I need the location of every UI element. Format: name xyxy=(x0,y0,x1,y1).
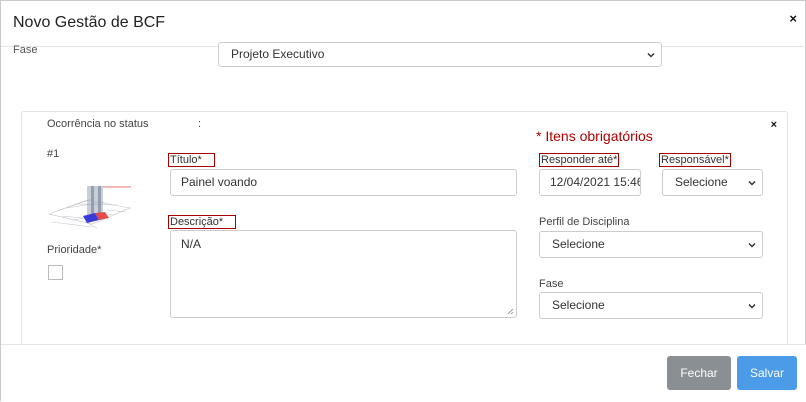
responsavel-label: Responsável* xyxy=(659,153,731,167)
modal-title: Novo Gestão de BCF xyxy=(13,14,166,31)
titulo-label: Título* xyxy=(168,153,215,167)
descricao-value: N/A xyxy=(181,237,202,251)
prioridade-checkbox[interactable] xyxy=(48,265,63,280)
fase-top-label: Fase xyxy=(13,44,38,56)
fase-select-value: Selecione xyxy=(552,298,605,312)
occurrence-number: #1 xyxy=(47,148,60,160)
occurrence-panel: × Ocorrência no status : * Itens obrigat… xyxy=(21,111,788,361)
chevron-down-icon xyxy=(748,242,756,248)
status-label: Ocorrência no status xyxy=(47,118,149,130)
responsavel-select-value: Selecione xyxy=(675,175,728,189)
perfil-disciplina-select[interactable]: Selecione xyxy=(539,231,763,258)
descricao-label: Descrição* xyxy=(168,215,237,229)
fase-top-select-value: Projeto Executivo xyxy=(231,47,325,61)
responsavel-select[interactable]: Selecione xyxy=(662,169,763,196)
fase-select[interactable]: Selecione xyxy=(539,292,763,319)
descricao-textarea[interactable]: N/A xyxy=(170,230,517,318)
status-colon: : xyxy=(198,118,202,130)
chevron-down-icon xyxy=(647,52,655,58)
fechar-button[interactable]: Fechar xyxy=(667,356,731,390)
chevron-down-icon xyxy=(748,303,756,309)
salvar-button[interactable]: Salvar xyxy=(737,356,797,390)
fase-label: Fase xyxy=(539,278,564,290)
modal-footer: Fechar Salvar xyxy=(1,344,806,402)
responder-ate-input[interactable]: 12/04/2021 15:46 xyxy=(539,169,641,196)
prioridade-label: Prioridade* xyxy=(47,244,102,256)
fase-top-select[interactable]: Projeto Executivo xyxy=(218,42,662,67)
bcf-modal: Novo Gestão de BCF × Fase Projeto Execut… xyxy=(0,0,806,402)
perfil-disciplina-select-value: Selecione xyxy=(552,237,605,251)
required-note: * Itens obrigatórios xyxy=(536,128,653,144)
responder-ate-label: Responder até* xyxy=(539,153,620,167)
close-icon[interactable]: × xyxy=(789,12,797,25)
resize-grip-icon[interactable] xyxy=(507,308,514,315)
perfil-disciplina-label: Perfil de Disciplina xyxy=(539,216,630,228)
modal-header: Novo Gestão de BCF × xyxy=(1,1,806,47)
bcf-thumbnail[interactable] xyxy=(47,182,132,232)
chevron-down-icon xyxy=(748,180,756,186)
close-icon[interactable]: × xyxy=(771,119,777,131)
titulo-input[interactable]: Painel voando xyxy=(170,169,517,196)
